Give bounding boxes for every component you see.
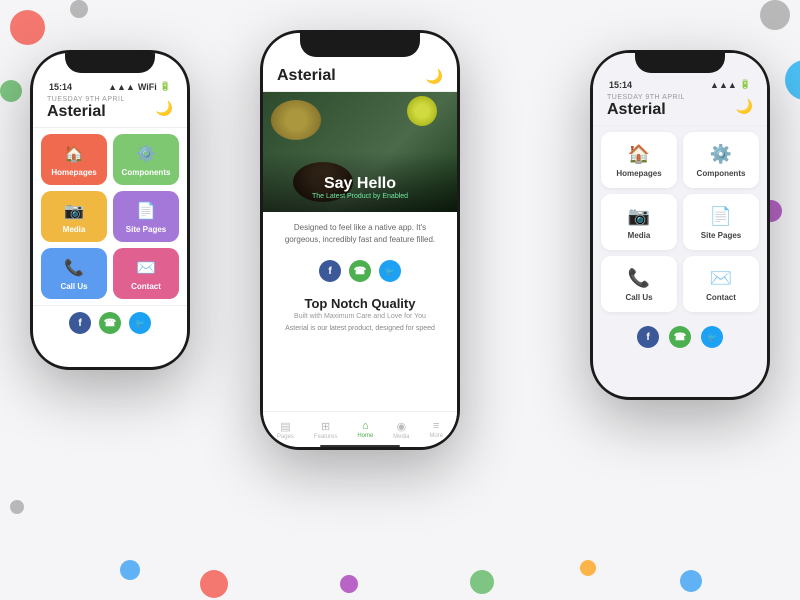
title-left: Asterial — [47, 103, 125, 121]
hero-image-center: Say Hello The Latest Product by Enabled — [263, 92, 457, 212]
media-nav-label: Media — [393, 434, 409, 440]
hero-title: Say Hello — [263, 175, 457, 193]
nav-more[interactable]: ≡ More — [429, 420, 443, 439]
grid-menu-left: 🏠 Homepages ⚙️ Components 📷 Media 📄 Site… — [33, 128, 187, 305]
callus-icon-left: 📞 — [64, 258, 84, 278]
contact-icon-right: ✉️ — [710, 268, 732, 289]
phone-btn-right[interactable]: ☎ — [669, 326, 691, 348]
tq-title: Top Notch Quality — [277, 296, 443, 311]
hero-food-decoration — [271, 100, 321, 140]
app-header-right: TUESDAY 9TH APRIL Asterial 🌙 — [593, 92, 767, 126]
social-row-left: f ☎ 🐦 — [33, 305, 187, 340]
hero-subtitle: The Latest Product by Enabled — [263, 193, 457, 200]
contact-label-right: Contact — [706, 293, 736, 302]
media-label-right: Media — [628, 231, 651, 240]
grid-item-contact-left[interactable]: ✉️ Contact — [113, 248, 179, 299]
top-notch-section: Top Notch Quality Built with Maximum Car… — [263, 290, 457, 338]
hero-lime-decoration — [407, 96, 437, 126]
media-icon-left: 📷 — [64, 201, 84, 221]
contact-icon-left: ✉️ — [136, 258, 156, 278]
components-label-right: Components — [697, 169, 746, 178]
features-nav-label: Features — [314, 434, 338, 440]
social-row-right: f ☎ 🐦 — [593, 318, 767, 356]
callus-icon-right: 📞 — [628, 268, 650, 289]
phone-notch-left — [65, 53, 155, 73]
callus-label-right: Call Us — [625, 293, 652, 302]
grid-item-components-left[interactable]: ⚙️ Components — [113, 134, 179, 185]
date-right: TUESDAY 9TH APRIL — [607, 94, 685, 101]
grid-item-callus-left[interactable]: 📞 Call Us — [41, 248, 107, 299]
twitter-btn-right[interactable]: 🐦 — [701, 326, 723, 348]
phone-center: Asterial 🌙 Say Hello The Latest Product … — [260, 30, 460, 450]
title-right: Asterial — [607, 101, 685, 119]
title-center: Asterial — [277, 67, 336, 85]
center-description: Designed to feel like a native app. It's… — [263, 212, 457, 252]
status-time-right: 15:14 — [609, 80, 632, 90]
status-icons-left: ▲▲▲ WiFi 🔋 — [108, 81, 171, 92]
grid-item-sitepages-left[interactable]: 📄 Site Pages — [113, 191, 179, 242]
phone-notch-right — [635, 53, 725, 73]
facebook-btn-right[interactable]: f — [637, 326, 659, 348]
grid-item-homepages-right[interactable]: 🏠 Homepages — [601, 132, 677, 188]
home-nav-label: Home — [357, 433, 373, 439]
nav-media[interactable]: ◉ Media — [393, 420, 409, 440]
callus-label-left: Call Us — [60, 282, 87, 291]
status-icons-right: ▲▲▲ 🔋 — [710, 79, 751, 90]
date-left: TUESDAY 9TH APRIL — [47, 96, 125, 103]
grid-menu-right: 🏠 Homepages ⚙️ Components 📷 Media 📄 Site… — [593, 126, 767, 318]
media-label-left: Media — [63, 225, 86, 234]
components-label-left: Components — [122, 168, 171, 177]
phone-btn-left[interactable]: ☎ — [99, 312, 121, 334]
grid-item-callus-right[interactable]: 📞 Call Us — [601, 256, 677, 312]
contact-label-left: Contact — [131, 282, 161, 291]
homepages-label-right: Homepages — [616, 169, 661, 178]
twitter-btn-center[interactable]: 🐦 — [379, 260, 401, 282]
sitepages-icon-right: 📄 — [710, 206, 732, 227]
sitepages-label-left: Site Pages — [126, 225, 166, 234]
features-nav-icon: ⊞ — [321, 420, 330, 433]
home-indicator-center — [320, 445, 400, 447]
nav-pages[interactable]: ▤ Pages — [277, 420, 294, 440]
grid-item-components-right[interactable]: ⚙️ Components — [683, 132, 759, 188]
center-social: f ☎ 🐦 — [263, 252, 457, 290]
moon-icon-center: 🌙 — [426, 68, 443, 85]
grid-item-media-right[interactable]: 📷 Media — [601, 194, 677, 250]
phone-notch-center — [300, 33, 420, 57]
pages-nav-label: Pages — [277, 434, 294, 440]
bottom-nav-center: ▤ Pages ⊞ Features ⌂ Home ◉ Media ≡ More — [263, 411, 457, 447]
homepages-icon-left: 🏠 — [64, 144, 84, 164]
components-icon-left: ⚙️ — [136, 144, 156, 164]
pages-nav-icon: ▤ — [280, 420, 290, 433]
grid-item-homepages-left[interactable]: 🏠 Homepages — [41, 134, 107, 185]
nav-features[interactable]: ⊞ Features — [314, 420, 338, 440]
tq-subtitle: Built with Maximum Care and Love for You — [277, 313, 443, 320]
grid-item-contact-right[interactable]: ✉️ Contact — [683, 256, 759, 312]
hero-text: Say Hello The Latest Product by Enabled — [263, 175, 457, 200]
homepages-icon-right: 🏠 — [628, 144, 650, 165]
app-header-left: TUESDAY 9TH APRIL Asterial 🌙 — [33, 94, 187, 128]
homepages-label-left: Homepages — [51, 168, 96, 177]
desc-text: Designed to feel like a native app. It's… — [277, 222, 443, 246]
more-nav-icon: ≡ — [433, 420, 439, 432]
media-nav-icon: ◉ — [397, 420, 407, 433]
sitepages-icon-left: 📄 — [136, 201, 156, 221]
tq-desc: Asterial is our latest product, designed… — [277, 324, 443, 334]
facebook-btn-left[interactable]: f — [69, 312, 91, 334]
twitter-btn-left[interactable]: 🐦 — [129, 312, 151, 334]
status-time-left: 15:14 — [49, 82, 72, 92]
grid-item-sitepages-right[interactable]: 📄 Site Pages — [683, 194, 759, 250]
phone-left: 15:14 ▲▲▲ WiFi 🔋 TUESDAY 9TH APRIL Aster… — [30, 50, 190, 370]
phone-btn-center[interactable]: ☎ — [349, 260, 371, 282]
home-nav-icon: ⌂ — [362, 420, 369, 432]
more-nav-label: More — [429, 433, 443, 439]
media-icon-right: 📷 — [628, 206, 650, 227]
sitepages-label-right: Site Pages — [701, 231, 741, 240]
moon-icon-left: 🌙 — [156, 100, 173, 117]
facebook-btn-center[interactable]: f — [319, 260, 341, 282]
phone-right: 15:14 ▲▲▲ 🔋 TUESDAY 9TH APRIL Asterial 🌙… — [590, 50, 770, 400]
components-icon-right: ⚙️ — [710, 144, 732, 165]
moon-icon-right: 🌙 — [736, 98, 753, 115]
nav-home[interactable]: ⌂ Home — [357, 420, 373, 439]
grid-item-media-left[interactable]: 📷 Media — [41, 191, 107, 242]
